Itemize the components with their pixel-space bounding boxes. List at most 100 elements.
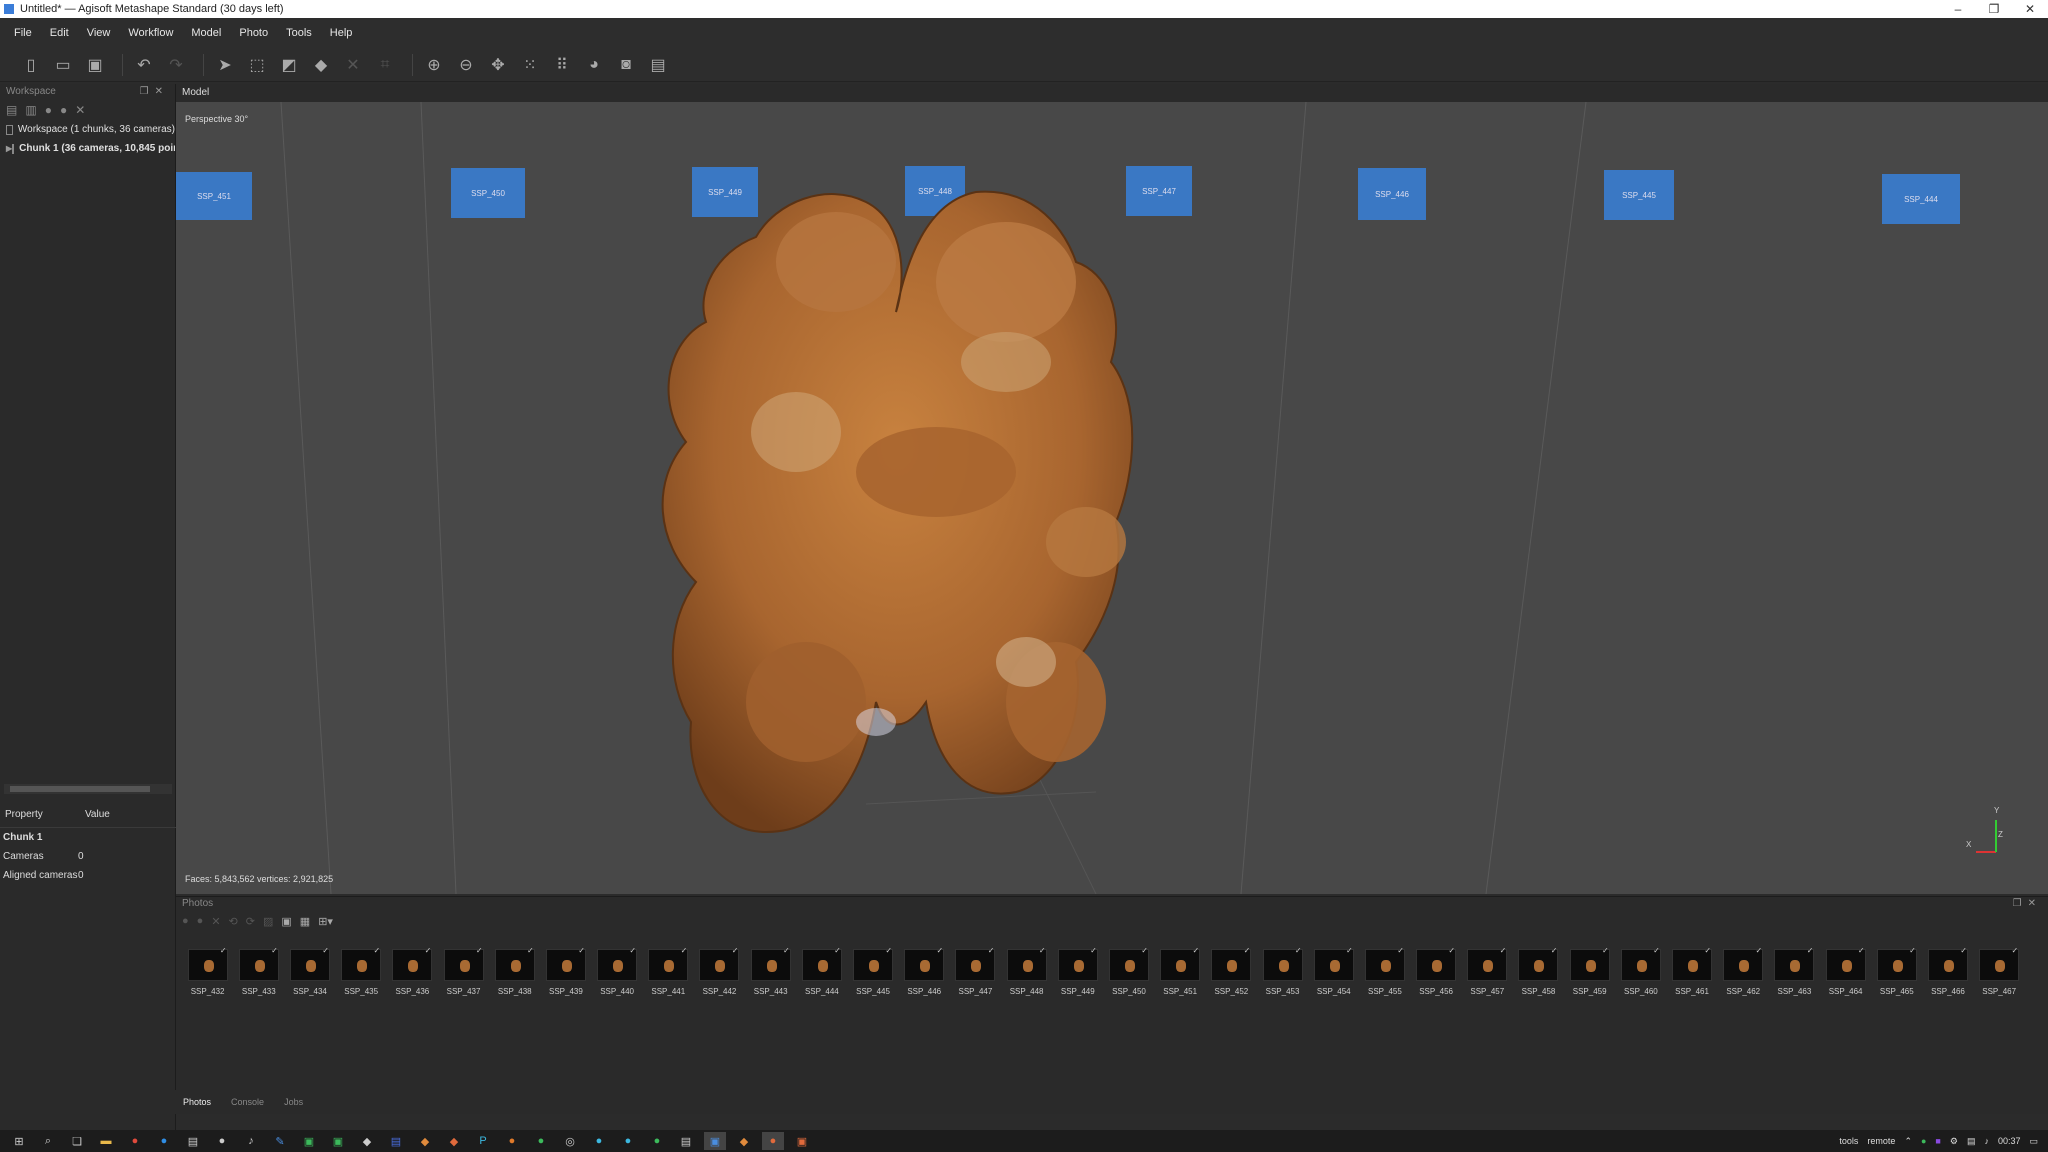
masks-icon[interactable]: ▨: [263, 915, 273, 928]
menu-tools[interactable]: Tools: [286, 27, 312, 39]
remove-photo-icon[interactable]: ✕: [211, 915, 220, 928]
photo-thumbnail[interactable]: ✓ SSP_452: [1206, 946, 1257, 996]
point-cloud-icon[interactable]: ⁙: [517, 52, 543, 78]
resize-region-icon[interactable]: ◩: [276, 52, 302, 78]
tray-volume-icon[interactable]: ♪: [1984, 1136, 1989, 1146]
app-icon[interactable]: ♪: [240, 1132, 262, 1150]
photo-thumbnail[interactable]: ✓ SSP_450: [1103, 946, 1154, 996]
camera-frame[interactable]: SSP_445: [1604, 170, 1674, 220]
crop-selection-icon[interactable]: ⌗: [372, 52, 398, 78]
photo-thumbnail[interactable]: ✓ SSP_435: [336, 946, 387, 996]
task-view-icon[interactable]: ❏: [66, 1132, 88, 1150]
app-icon[interactable]: ◆: [356, 1132, 378, 1150]
model-shaded-icon[interactable]: ◕: [581, 52, 607, 78]
photo-thumbnail[interactable]: ✓ SSP_466: [1922, 946, 1973, 996]
app-icon[interactable]: ●: [501, 1132, 523, 1150]
tray-settings-icon[interactable]: ⚙: [1950, 1136, 1958, 1147]
photo-thumbnail[interactable]: ✓ SSP_447: [950, 946, 1001, 996]
menu-model[interactable]: Model: [191, 27, 221, 39]
photo-thumbnail[interactable]: ✓ SSP_439: [540, 946, 591, 996]
rotate-left-icon[interactable]: ⟲: [229, 915, 238, 928]
photo-thumbnail[interactable]: ✓ SSP_441: [643, 946, 694, 996]
photo-thumbnail[interactable]: ✓ SSP_446: [899, 946, 950, 996]
navigation-cursor-icon[interactable]: ➤: [212, 52, 238, 78]
chrome-icon[interactable]: ●: [124, 1132, 146, 1150]
tab-jobs[interactable]: Jobs: [281, 1095, 306, 1109]
new-file-icon[interactable]: ▯: [18, 52, 44, 78]
app-icon[interactable]: ●: [762, 1132, 784, 1150]
panel-float-close-icon[interactable]: ❐✕: [2013, 898, 2042, 910]
photo-thumbnail[interactable]: ✓ SSP_443: [745, 946, 796, 996]
photo-thumbnail[interactable]: ✓ SSP_467: [1974, 946, 2025, 996]
app-icon[interactable]: ●: [617, 1132, 639, 1150]
metashape-taskbar-icon[interactable]: ▣: [704, 1132, 726, 1150]
app-icon[interactable]: ●: [211, 1132, 233, 1150]
photo-thumbnail[interactable]: ✓ SSP_460: [1615, 946, 1666, 996]
tab-console[interactable]: Console: [228, 1095, 267, 1109]
search-icon[interactable]: ⌕: [37, 1132, 59, 1150]
photo-thumbnail[interactable]: ✓ SSP_436: [387, 946, 438, 996]
app-icon[interactable]: ◆: [443, 1132, 465, 1150]
tray-app-icon[interactable]: ■: [1935, 1136, 1940, 1146]
workspace-horizontal-scrollbar[interactable]: [4, 784, 172, 794]
photo-thumbnail[interactable]: ✓ SSP_453: [1257, 946, 1308, 996]
photo-thumbnail[interactable]: ✓ SSP_456: [1411, 946, 1462, 996]
disable-photo-icon[interactable]: ●: [197, 915, 204, 927]
tray-tools-label[interactable]: tools: [1839, 1136, 1858, 1146]
app-icon[interactable]: ▤: [182, 1132, 204, 1150]
rotate-object-icon[interactable]: ◆: [308, 52, 334, 78]
rectangle-selection-icon[interactable]: ⬚: [244, 52, 270, 78]
app-icon[interactable]: ✎: [269, 1132, 291, 1150]
image-view-icon[interactable]: ▣: [281, 915, 291, 928]
photo-thumbnail[interactable]: ✓ SSP_449: [1052, 946, 1103, 996]
remove-icon[interactable]: ✕: [75, 103, 85, 117]
camera-frame[interactable]: SSP_444: [1882, 174, 1960, 224]
disable-icon[interactable]: ●: [60, 103, 67, 117]
photo-thumbnail[interactable]: ✓ SSP_438: [489, 946, 540, 996]
photo-thumbnail[interactable]: ✓ SSP_442: [694, 946, 745, 996]
panel-float-close-icon[interactable]: ❐✕: [140, 86, 169, 98]
clock[interactable]: 00:37: [1998, 1136, 2021, 1146]
model-view-tab[interactable]: Model: [176, 84, 2048, 102]
app-icon[interactable]: ◎: [559, 1132, 581, 1150]
camera-frame[interactable]: SSP_451: [176, 172, 252, 220]
app-icon[interactable]: ●: [588, 1132, 610, 1150]
app-icon[interactable]: ▣: [791, 1132, 813, 1150]
view-mode-icon[interactable]: ⊞▾: [318, 915, 333, 928]
camera-capture-icon[interactable]: ◙: [613, 52, 639, 78]
menu-edit[interactable]: Edit: [50, 27, 69, 39]
menu-photo[interactable]: Photo: [239, 27, 268, 39]
zoom-out-icon[interactable]: ⊖: [453, 52, 479, 78]
photo-thumbnail[interactable]: ✓ SSP_463: [1769, 946, 1820, 996]
file-explorer-icon[interactable]: ▬: [95, 1132, 117, 1150]
photo-thumbnail[interactable]: ✓ SSP_457: [1462, 946, 1513, 996]
workspace-root-item[interactable]: Workspace (1 chunks, 36 cameras): [0, 120, 175, 139]
rotate-right-icon[interactable]: ⟳: [246, 915, 255, 928]
photo-thumbnail[interactable]: ✓ SSP_464: [1820, 946, 1871, 996]
photo-thumbnail[interactable]: ✓ SSP_465: [1871, 946, 1922, 996]
tray-app-icon[interactable]: ●: [1921, 1136, 1926, 1146]
tray-network-icon[interactable]: ▤: [1967, 1136, 1976, 1147]
app-icon[interactable]: ▣: [298, 1132, 320, 1150]
tray-remote-label[interactable]: remote: [1867, 1136, 1895, 1146]
menu-help[interactable]: Help: [330, 27, 353, 39]
zoom-in-icon[interactable]: ⊕: [421, 52, 447, 78]
app-icon[interactable]: P: [472, 1132, 494, 1150]
chunk-item[interactable]: ▶ Chunk 1 (36 cameras, 10,845 points): [0, 139, 175, 158]
menu-view[interactable]: View: [87, 27, 111, 39]
photo-thumbnail[interactable]: ✓ SSP_437: [438, 946, 489, 996]
menu-workflow[interactable]: Workflow: [128, 27, 173, 39]
close-button[interactable]: ✕: [2012, 2, 2048, 16]
photo-thumbnail[interactable]: ✓ SSP_455: [1359, 946, 1410, 996]
photo-thumbnail[interactable]: ✓ SSP_432: [182, 946, 233, 996]
camera-frame[interactable]: SSP_450: [451, 168, 525, 218]
photo-thumbnail[interactable]: ✓ SSP_461: [1666, 946, 1717, 996]
app-icon[interactable]: ▤: [385, 1132, 407, 1150]
dense-cloud-icon[interactable]: ⠿: [549, 52, 575, 78]
photo-thumbnail[interactable]: ✓ SSP_448: [1001, 946, 1052, 996]
model-viewport[interactable]: Perspective 30° SSP_451 SSP_450 SSP_449 …: [176, 102, 2048, 894]
camera-frame[interactable]: SSP_446: [1358, 168, 1426, 220]
save-icon[interactable]: ▣: [82, 52, 108, 78]
tab-photos[interactable]: Photos: [180, 1095, 214, 1109]
textured-3d-model[interactable]: [606, 142, 1206, 862]
